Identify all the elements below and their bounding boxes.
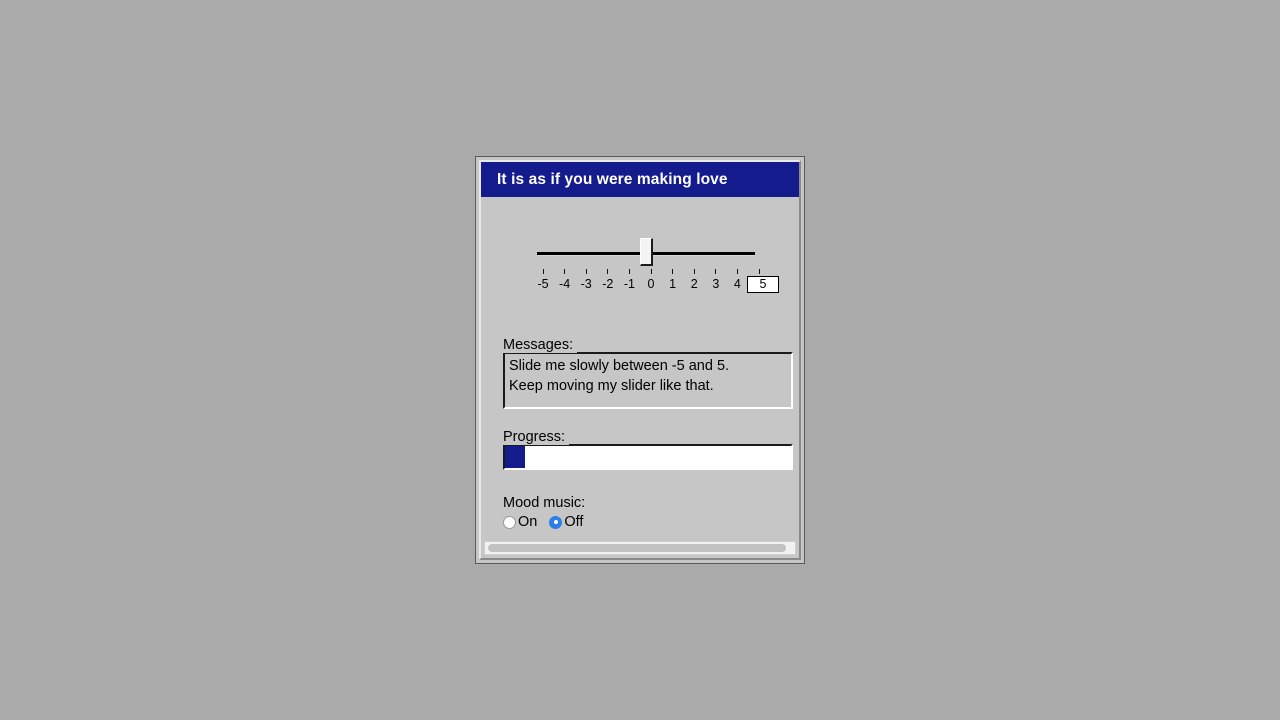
slider-tick-2[interactable]: 2 (682, 269, 706, 293)
tick-label: -1 (623, 277, 635, 291)
tick-mark-icon (693, 269, 695, 274)
slider-tick-4[interactable]: 4 (725, 269, 749, 293)
tick-label: 4 (733, 277, 741, 291)
tick-mark-icon (585, 269, 587, 274)
progress-bar (503, 444, 793, 470)
slider-tick--1[interactable]: -1 (617, 269, 641, 293)
slider-tick-ruler: -5 -4 -3 -2 -1 0 1 2 3 4 5 (531, 269, 779, 299)
slider-tick--4[interactable]: -4 (553, 269, 577, 293)
radio-option-on[interactable]: On (503, 514, 537, 530)
tick-label-wrap: 3 (704, 275, 728, 293)
title-bar[interactable]: It is as if you were making love (481, 162, 799, 197)
radio-option-label: On (518, 514, 538, 530)
progress-bar-fill (505, 446, 526, 468)
tick-label: -5 (537, 277, 549, 291)
progress-label: Progress: (503, 429, 570, 445)
tick-label-wrap: -2 (596, 275, 620, 293)
tick-mark-icon (758, 269, 760, 274)
slider-panel: -5 -4 -3 -2 -1 0 1 2 3 4 5 (481, 207, 799, 307)
messages-textarea[interactable]: Slide me slowly between -5 and 5. Keep mo… (503, 352, 793, 409)
radio-unchecked-icon[interactable] (503, 515, 516, 529)
slider-tick--3[interactable]: -3 (574, 269, 598, 293)
slider-control[interactable] (537, 238, 755, 266)
tick-label-wrap: 4 (725, 275, 749, 293)
tick-mark-icon (650, 269, 652, 274)
tick-label: 0 (647, 277, 655, 291)
tick-label: 5 (747, 276, 779, 293)
tick-label: -3 (580, 277, 592, 291)
slider-thumb[interactable] (639, 238, 653, 266)
horizontal-scrollbar[interactable] (484, 541, 796, 555)
radio-option-off[interactable]: Off (549, 514, 583, 530)
tick-label-wrap: 2 (682, 275, 706, 293)
tick-label-wrap: -5 (531, 275, 555, 293)
tick-mark-icon (672, 269, 674, 274)
message-line: Slide me slowly between -5 and 5. (509, 358, 730, 374)
radio-option-label: Off (564, 514, 584, 530)
message-line: Keep moving my slider like that. (509, 378, 714, 394)
tick-label: -2 (602, 277, 614, 291)
tick-label: 2 (690, 277, 698, 291)
tick-label-wrap: 0 (639, 275, 663, 293)
slider-tick-3[interactable]: 3 (704, 269, 728, 293)
window-inner-frame: It is as if you were making love -5 -4 -3-… (479, 160, 801, 560)
tick-mark-icon (564, 269, 566, 274)
slider-tick--5[interactable]: -5 (531, 269, 555, 293)
tick-mark-icon (628, 269, 630, 274)
client-area: -5 -4 -3 -2 -1 0 1 2 3 4 5 Messages: Slide me slow… (481, 197, 799, 558)
tick-mark-icon (542, 269, 544, 274)
slider-tick-5[interactable]: 5 (747, 269, 779, 293)
tick-label: -4 (559, 277, 571, 291)
mood-music-radio-group: On Off (503, 514, 595, 530)
tick-mark-icon (736, 269, 738, 274)
tick-label-wrap: 5 (747, 275, 779, 293)
slider-tick--2[interactable]: -2 (596, 269, 620, 293)
tick-label: 1 (669, 277, 677, 291)
mood-music-label: Mood music: (503, 495, 590, 511)
tick-label: 3 (712, 277, 720, 291)
window-title: It is as if you were making love (497, 170, 728, 188)
tick-label-wrap: -4 (553, 275, 577, 293)
messages-label: Messages: (503, 337, 578, 353)
slider-tick-0[interactable]: 0 (639, 269, 663, 293)
radio-checked-icon[interactable] (549, 515, 563, 529)
tick-mark-icon (715, 269, 717, 274)
tick-label-wrap: -3 (574, 275, 598, 293)
scrollbar-thumb[interactable] (488, 544, 786, 552)
slider-tick-1[interactable]: 1 (661, 269, 685, 293)
tick-label-wrap: -1 (617, 275, 641, 293)
tick-label-wrap: 1 (661, 275, 685, 293)
dialog-window: It is as if you were making love -5 -4 -3-… (475, 156, 805, 564)
tick-mark-icon (607, 269, 609, 274)
